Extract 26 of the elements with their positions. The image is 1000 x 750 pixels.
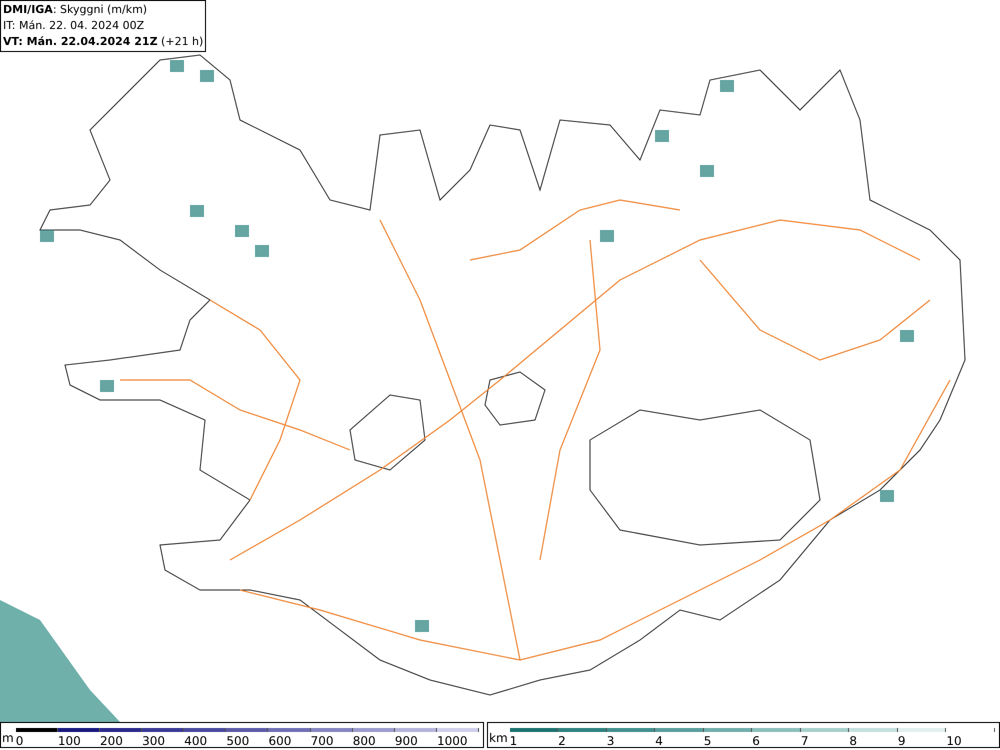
scale-label: 1000	[436, 735, 468, 747]
scale-label: 5	[704, 735, 712, 747]
scale-label: 100	[58, 735, 82, 747]
title-line: VT: Mán. 22.04.2024 21Z (+21 h)	[3, 34, 204, 50]
scale-label: 200	[100, 735, 124, 747]
title-line: IT: Mán. 22. 04. 2024 00Z	[3, 18, 146, 34]
scale-label: 1	[510, 735, 518, 747]
unit-label: km	[488, 732, 509, 747]
scale-label: 3	[606, 735, 616, 747]
scale-label: 400	[184, 735, 208, 747]
unit-label: m	[1, 732, 15, 747]
scale-label: 7	[800, 735, 810, 747]
scale-label: 6	[752, 735, 761, 747]
scale-label: 8	[849, 735, 858, 747]
scale-label: 10	[946, 735, 963, 747]
scale-label: 4	[655, 735, 664, 747]
scale-label: 600	[268, 735, 292, 747]
scale-label: 900	[394, 735, 419, 747]
scale-label: 2	[558, 735, 567, 747]
scale-label: 9	[898, 735, 907, 747]
scale-label: 300	[142, 735, 166, 747]
scale-label: 800	[352, 735, 377, 747]
scale-label: 0	[16, 735, 24, 747]
scale-label: 700	[310, 735, 334, 747]
title-line: DMI/IGA: Skyggni (m/km)	[3, 2, 148, 18]
scale-label: 500	[226, 735, 250, 747]
